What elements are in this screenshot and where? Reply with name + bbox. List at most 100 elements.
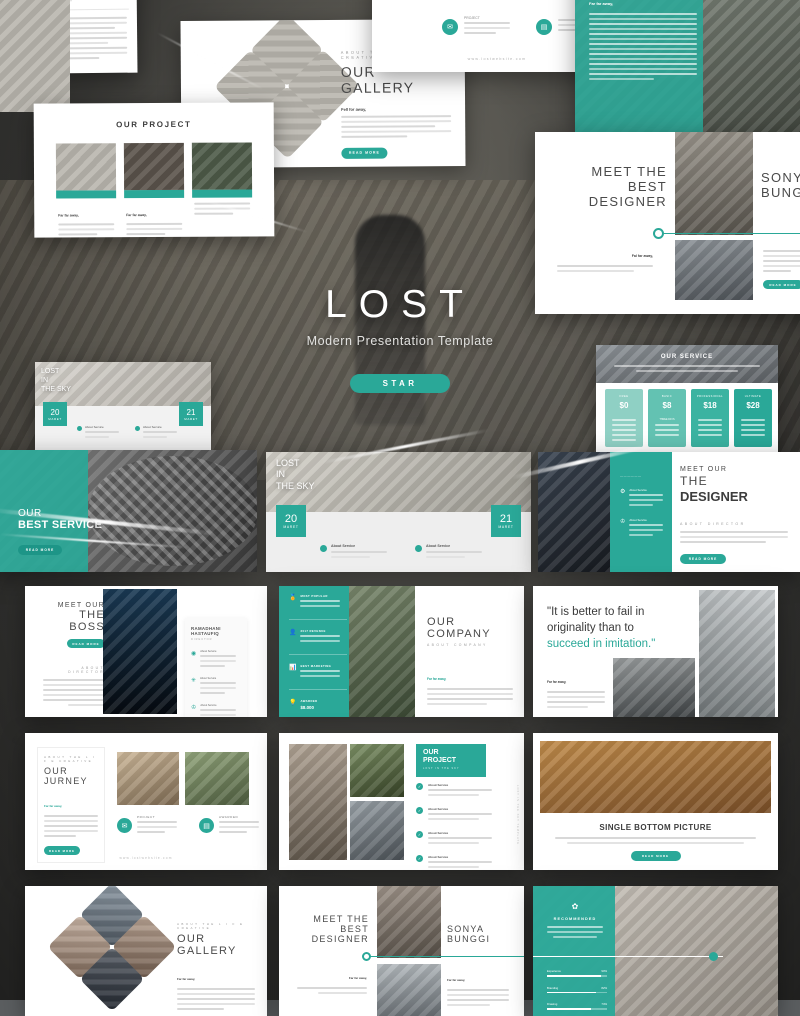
slide-best-service[interactable]: OUR BEST SERVICE READ MORE	[0, 450, 257, 572]
star-button[interactable]: STAR	[350, 374, 450, 393]
single-bottom-title: SINGLE BOTTOM PICTURE	[599, 823, 712, 832]
company-stat[interactable]: 📊 BEST MARKETING	[289, 664, 347, 680]
boss-line1: MEET OUR	[57, 602, 105, 609]
slide-designer-bottom[interactable]: MEET THE BEST DESIGNER SONYA BUNGGI Far …	[279, 886, 524, 1016]
check-icon	[320, 545, 327, 552]
slide-journey[interactable]: about the L I F E creative OUR JURNEY Fa…	[25, 733, 267, 870]
company-photo	[349, 586, 415, 717]
project-card[interactable]: Far far away,	[123, 142, 185, 238]
journey-body-lines	[44, 815, 98, 837]
journey-eyebrow: about the L I F E creative	[44, 755, 97, 763]
project-mid-side-label: LOST IN THE SKY TEMPLATE	[516, 785, 519, 845]
designer-top-photo	[675, 132, 753, 235]
project-mid-item[interactable]: ✓ About Service	[416, 831, 492, 847]
mail-icon: ✉	[442, 18, 458, 35]
project-card-lines-1	[58, 223, 115, 236]
sky-small-item[interactable]: About Service	[135, 425, 177, 441]
single-bottom-photo	[540, 741, 771, 813]
sky-small-item[interactable]: About Service	[77, 425, 119, 441]
company-stat[interactable]: 🏅 MOST POPULAR	[289, 594, 347, 610]
pricing-plan[interactable]: BASIC $8 THREE DAYS	[648, 389, 686, 447]
project-mid-item[interactable]: ✓ About Service	[416, 807, 492, 823]
hero-section: LOST Modern Presentation Template STAR	[0, 283, 800, 393]
designer-mid-feature[interactable]: ♔ About Service	[620, 518, 668, 539]
slide-smile[interactable]: SMILE" Far far away,	[575, 0, 800, 132]
company-line2: COMPANY	[427, 628, 491, 640]
company-stat[interactable]: 💡 AWARDED $8.000	[289, 699, 347, 710]
pricing-plan[interactable]: PROFESSIONAL $18	[691, 389, 729, 447]
slide-gallery-bottom[interactable]: about the L I F E creative OUR GALLERY F…	[25, 886, 267, 1016]
project-card-lead-2: Far far away,	[126, 213, 147, 218]
journey-line1: OUR	[44, 766, 68, 776]
slide-boss[interactable]: MEET OUR THE BOSS READ MORE ABOUT DIRECT…	[25, 586, 267, 717]
project-top-title: OUR PROJECT	[116, 119, 192, 130]
user-icon: 👤	[289, 630, 297, 636]
smile-body-lead: Far far away,	[589, 1, 614, 6]
check-icon: ✓	[416, 783, 423, 790]
timeline-dot-icon	[362, 952, 371, 961]
designer-bottom-line1: MEET THE	[313, 914, 369, 924]
accent-dot-icon	[709, 952, 718, 961]
slide-company[interactable]: 🏅 MOST POPULAR 👤 2017 REVENUE 📊 BEST MAR…	[279, 586, 524, 717]
project-photo-1	[55, 143, 117, 191]
project-card[interactable]: Far far away,	[55, 143, 117, 237]
project-card[interactable]	[191, 142, 253, 237]
pricing-plan[interactable]: ULTIMATE $28	[734, 389, 772, 447]
designer-top-lines	[557, 265, 653, 272]
contact-lines-1	[464, 22, 510, 34]
company-body-lines	[427, 688, 513, 705]
project-mid-item[interactable]: ✓ About Service	[416, 783, 492, 799]
designer-mid-read-more-button[interactable]: READ MORE	[680, 554, 726, 564]
designer-top-name1: SONYA	[761, 170, 800, 185]
skills-bar: Branding 82%	[547, 986, 607, 994]
contact-item-mail[interactable]: ✉ PROJECT	[442, 16, 510, 37]
bulb-icon: 💡	[289, 700, 297, 706]
single-bottom-read-more-button[interactable]: READ MORE	[630, 851, 681, 861]
slide-project-top[interactable]: OUR PROJECT Far far away, Far far away,	[33, 102, 275, 238]
designer-bottom-line2: BEST	[340, 924, 369, 934]
project-mid-item[interactable]: ✓ About Service	[416, 855, 492, 870]
boss-person-role: DIRECTOR	[191, 638, 213, 641]
gallery-body-lines	[341, 114, 452, 138]
journey-read-more-button[interactable]: READ MORE	[44, 846, 80, 855]
sky-mid-item[interactable]: About Service	[415, 544, 482, 561]
check-icon: ✓	[416, 831, 423, 838]
boss-line3: BOSS	[69, 621, 105, 633]
quote-body-lines	[547, 691, 605, 708]
boss-feature[interactable]: ◉ About Service	[191, 650, 241, 670]
slide-quote[interactable]: "It is better to fail in originality tha…	[533, 586, 778, 717]
journey-feature[interactable]: ✉ PROJECT	[117, 815, 177, 836]
pricing-plan[interactable]: FREE $0	[605, 389, 643, 447]
slide-project-mid[interactable]: OUR PROJECT LOST IN THE SKY ✓ About Serv…	[279, 733, 524, 870]
timeline-dot-icon	[653, 228, 664, 239]
designer-top-lines-2	[763, 250, 800, 272]
project-photo-2	[123, 142, 185, 191]
boss-section-label: ABOUT DIRECTOR	[68, 666, 105, 674]
check-icon: ✓	[416, 855, 423, 862]
gallery-read-more-button[interactable]: READ MORE	[341, 147, 388, 159]
sky-small-date-right: 21 MARET	[179, 402, 203, 426]
boss-feature[interactable]: ✳ About Service	[191, 677, 241, 697]
slide-designer-mid[interactable]: —————— ⚙ About Service ♔ About Service M…	[538, 452, 800, 572]
best-service-read-more-button[interactable]: READ MORE	[18, 545, 62, 555]
hero-subtitle: Modern Presentation Template	[306, 334, 494, 348]
trophy-icon: ♔	[191, 705, 197, 711]
slide-skills[interactable]: ✿ RECOMMENDED Experience 90% Branding 82% …	[533, 886, 778, 1016]
gallery-bottom-line2: GALLERY	[177, 945, 237, 957]
journey-feature[interactable]: ▤ AWARDED	[199, 815, 259, 836]
gallery-bottom-body-lead: Far far away,	[177, 977, 196, 981]
company-stat[interactable]: 👤 2017 REVENUE	[289, 629, 347, 645]
trophy-icon: ♔	[620, 519, 626, 525]
slide-single-bottom[interactable]: SINGLE BOTTOM PICTURE READ MORE	[533, 733, 778, 870]
slide-sky-mid[interactable]: LOST IN THE SKY 20 MARET 21 MARET About …	[266, 452, 531, 572]
project-mid-subtitle: LOST IN THE SKY	[423, 767, 460, 771]
gallery-title-line2: GALLERY	[340, 79, 415, 96]
leaf-icon: ✿	[571, 902, 579, 911]
boss-feature[interactable]: ♔ About Service	[191, 704, 241, 717]
designer-mid-feature[interactable]: ⚙ About Service	[620, 488, 668, 509]
sky-mid-item[interactable]: About Service	[320, 544, 387, 561]
boss-read-more-button[interactable]: READ MORE	[67, 639, 105, 648]
designer-mid-body-lines	[680, 531, 788, 543]
journey-photo-1	[117, 752, 179, 805]
check-icon	[135, 426, 140, 431]
